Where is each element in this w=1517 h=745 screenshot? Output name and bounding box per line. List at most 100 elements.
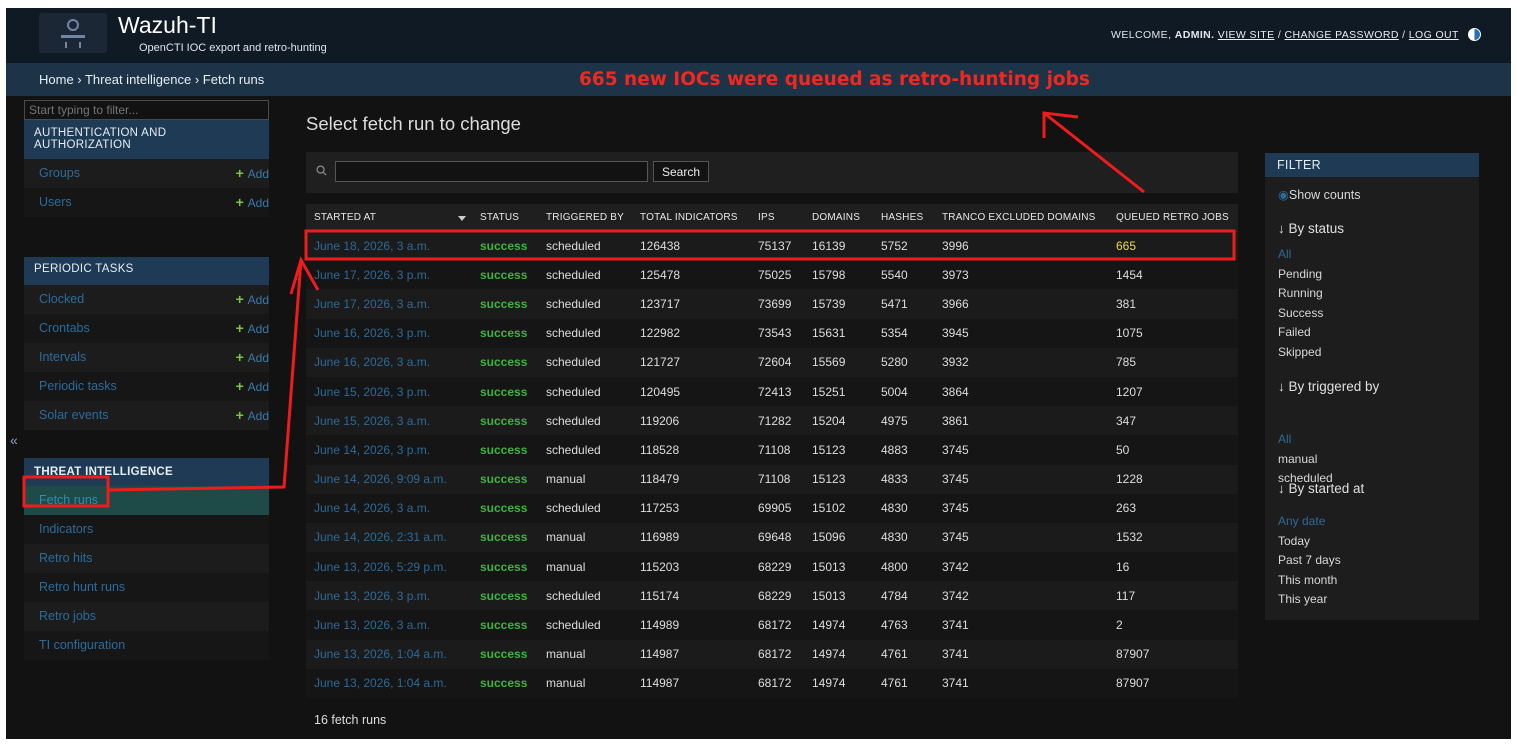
add-crontabs-button[interactable]: + Add — [236, 314, 269, 344]
add-label: Add — [247, 409, 269, 423]
theme-toggle-icon[interactable] — [1468, 28, 1481, 41]
cell-domains: 15096 — [804, 522, 873, 553]
fetch-run-link[interactable]: June 16, 2026, 3 a.m. — [306, 347, 472, 377]
sidebar-item-retro-jobs[interactable]: Retro jobs — [24, 602, 269, 631]
fetch-run-link[interactable]: June 13, 2026, 5:29 p.m. — [306, 552, 472, 582]
breadcrumb[interactable]: Home › Threat intelligence › Fetch runs — [39, 72, 264, 87]
cell-queued: 87907 — [1108, 639, 1238, 669]
fetch-run-link[interactable]: June 14, 2026, 3 a.m. — [306, 493, 472, 523]
cell-trig: manual — [538, 522, 632, 553]
filter-option-any-date[interactable]: Any date — [1278, 514, 1325, 528]
filter-option-pending[interactable]: Pending — [1278, 267, 1322, 281]
fetch-run-link[interactable]: June 13, 2026, 3 p.m. — [306, 581, 472, 611]
cell-total: 116989 — [632, 522, 750, 553]
filter-option-past-7-days[interactable]: Past 7 days — [1278, 553, 1341, 567]
cell-queued: 1454 — [1108, 260, 1238, 290]
view-site-link[interactable]: VIEW SITE — [1218, 29, 1275, 41]
fetch-run-link[interactable]: June 17, 2026, 3 p.m. — [306, 260, 472, 290]
fetch-run-link[interactable]: June 13, 2026, 1:04 a.m. — [306, 639, 472, 669]
cell-hashes: 4761 — [873, 668, 934, 698]
cell-status: success — [472, 231, 538, 261]
sidebar-item-periodic-tasks[interactable]: Periodic tasks + Add — [24, 372, 269, 401]
filter-group-by-started-at: ↓ By started at — [1278, 481, 1365, 496]
filter-option-failed[interactable]: Failed — [1278, 325, 1311, 339]
module-caption-periodic-tasks[interactable]: PERIODIC TASKS — [24, 257, 269, 285]
cell-hashes: 5752 — [873, 231, 934, 261]
cell-domains: 15631 — [804, 318, 873, 348]
search-input[interactable] — [335, 161, 648, 182]
cell-total: 114987 — [632, 668, 750, 698]
sidebar-collapse-toggle[interactable]: « — [10, 432, 18, 448]
fetch-run-link[interactable]: June 13, 2026, 1:04 a.m. — [306, 668, 472, 698]
filter-option-skipped[interactable]: Skipped — [1278, 345, 1321, 359]
filter-option-this-year[interactable]: This year — [1278, 592, 1327, 606]
sort-descending-icon[interactable] — [458, 215, 466, 221]
column-header-queued-retro-jobs[interactable]: QUEUED RETRO JOBS — [1108, 204, 1238, 232]
filter-option-all[interactable]: All — [1278, 432, 1291, 446]
filter-option-all[interactable]: All — [1278, 247, 1291, 261]
change-password-link[interactable]: CHANGE PASSWORD — [1284, 29, 1398, 41]
column-header-started-at[interactable]: STARTED AT — [306, 204, 472, 232]
nav-filter-input[interactable] — [24, 100, 269, 120]
column-header-hashes[interactable]: HASHES — [873, 204, 934, 232]
log-out-link[interactable]: LOG OUT — [1409, 29, 1459, 41]
cell-hashes: 4883 — [873, 435, 934, 465]
filter-option-running[interactable]: Running — [1278, 286, 1323, 300]
filter-option-this-month[interactable]: This month — [1278, 573, 1337, 587]
wazuh-ti-logo[interactable] — [39, 13, 107, 53]
column-header-triggered-by[interactable]: TRIGGERED BY — [538, 204, 632, 232]
sidebar-item-retro-hunt-runs[interactable]: Retro hunt runs — [24, 573, 269, 602]
fetch-run-link[interactable]: June 15, 2026, 3 a.m. — [306, 406, 472, 436]
table-row: June 14, 2026, 2:31 a.m. success manual 116… — [306, 522, 1238, 553]
cell-domains: 15123 — [804, 464, 873, 494]
add-solar-events-button[interactable]: + Add — [236, 401, 269, 431]
sidebar-item-solar-events[interactable]: Solar events + Add — [24, 401, 269, 430]
sidebar-item-retro-hits[interactable]: Retro hits — [24, 544, 269, 573]
plus-icon: + — [235, 194, 248, 210]
cell-tranco: 3945 — [934, 318, 1108, 348]
fetch-run-link[interactable]: June 17, 2026, 3 a.m. — [306, 289, 472, 319]
sidebar-item-indicators[interactable]: Indicators — [24, 515, 269, 544]
plus-icon: + — [235, 407, 248, 423]
sidebar-item-clocked[interactable]: Clocked + Add — [24, 285, 269, 314]
module-caption-threat-intelligence[interactable]: THREAT INTELLIGENCE — [24, 458, 269, 486]
add-periodic-tasks-button[interactable]: + Add — [236, 372, 269, 402]
sidebar-item-groups[interactable]: Groups + Add — [24, 159, 269, 188]
cell-ips: 73543 — [750, 318, 804, 348]
add-clocked-button[interactable]: + Add — [236, 285, 269, 315]
filter-option-success[interactable]: Success — [1278, 306, 1323, 320]
add-groups-button[interactable]: + Add — [236, 159, 269, 189]
add-intervals-button[interactable]: + Add — [236, 343, 269, 373]
cell-status: success — [472, 289, 538, 319]
cell-ips: 75137 — [750, 231, 804, 261]
column-header-domains[interactable]: DOMAINS — [804, 204, 873, 232]
fetch-run-link[interactable]: June 14, 2026, 2:31 a.m. — [306, 522, 472, 553]
sidebar-item-ti-configuration[interactable]: TI configuration — [24, 631, 269, 660]
column-header-total-indicators[interactable]: TOTAL INDICATORS — [632, 204, 750, 232]
module-caption-authentication-and-authorization[interactable]: AUTHENTICATION AND AUTHORIZATION — [24, 120, 269, 159]
sidebar-item-label: Retro jobs — [39, 609, 96, 623]
fetch-run-link[interactable]: June 14, 2026, 9:09 a.m. — [306, 464, 472, 494]
add-users-button[interactable]: + Add — [236, 188, 269, 218]
sidebar-item-fetch-runs[interactable]: Fetch runs — [24, 486, 269, 515]
sidebar-item-users[interactable]: Users + Add — [24, 188, 269, 217]
search-button[interactable]: Search — [653, 161, 710, 182]
fetch-run-link[interactable]: June 14, 2026, 3 p.m. — [306, 435, 472, 465]
filter-option-manual[interactable]: manual — [1278, 452, 1317, 466]
cell-trig: scheduled — [538, 318, 632, 348]
cell-queued: 117 — [1108, 581, 1238, 611]
filter-option-today[interactable]: Today — [1278, 534, 1310, 548]
plus-icon: + — [235, 349, 248, 365]
fetch-run-link[interactable]: June 18, 2026, 3 a.m. — [306, 231, 472, 261]
show-counts-link[interactable]: ◉Show counts — [1278, 187, 1361, 202]
cell-domains: 15204 — [804, 406, 873, 436]
sidebar-item-intervals[interactable]: Intervals + Add — [24, 343, 269, 372]
column-header-ips[interactable]: IPS — [750, 204, 804, 232]
fetch-run-link[interactable]: June 13, 2026, 3 a.m. — [306, 610, 472, 640]
sidebar-item-crontabs[interactable]: Crontabs + Add — [24, 314, 269, 343]
column-header-status[interactable]: STATUS — [472, 204, 538, 232]
fetch-run-link[interactable]: June 15, 2026, 3 p.m. — [306, 376, 472, 407]
site-brand[interactable]: Wazuh-TI — [118, 12, 217, 39]
fetch-run-link[interactable]: June 16, 2026, 3 p.m. — [306, 318, 472, 348]
column-header-tranco-excluded-domains[interactable]: TRANCO EXCLUDED DOMAINS — [934, 204, 1108, 232]
